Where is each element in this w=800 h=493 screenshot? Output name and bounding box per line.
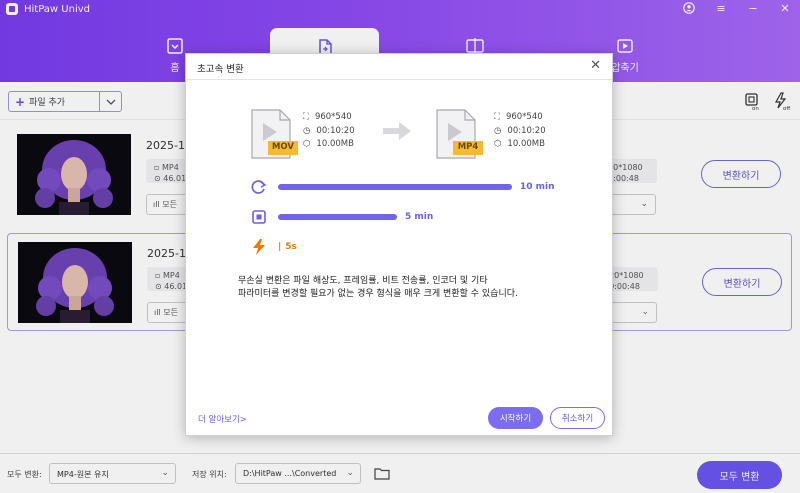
clock-icon: ◷ bbox=[303, 125, 311, 136]
source-resolution-value: 960*540 bbox=[314, 112, 352, 122]
target-size-value: 10.00MB bbox=[507, 139, 545, 149]
resolution-icon: ⛶ bbox=[303, 112, 309, 122]
target-size: ⬡ 10.00MB bbox=[494, 138, 546, 152]
dialog-description: 무손실 변환은 파일 해상도, 프레임률, 비트 전송률, 인코더 및 기타 파… bbox=[238, 275, 578, 301]
source-size: ⬡ 10.00MB bbox=[303, 138, 355, 152]
clock-icon: ◷ bbox=[494, 125, 502, 136]
cancel-button[interactable]: 취소하기 bbox=[550, 407, 605, 429]
speed-row-standard: 10 min bbox=[250, 179, 555, 195]
target-duration-value: 00:10:20 bbox=[507, 125, 546, 136]
speed-label-gpu: 5 min bbox=[405, 212, 434, 222]
source-duration: ◷ 00:10:20 bbox=[303, 125, 355, 139]
resolution-icon: ⛶ bbox=[494, 112, 500, 122]
source-file-icon: MOV bbox=[250, 109, 298, 159]
learn-more-link[interactable]: 더 알아보기> bbox=[198, 413, 247, 425]
dialog-divider bbox=[186, 79, 612, 80]
start-button[interactable]: 시작하기 bbox=[488, 407, 543, 429]
speed-row-lossless: | 5s bbox=[250, 238, 297, 256]
cube-icon: ⬡ bbox=[303, 139, 311, 149]
speed-label-standard: 10 min bbox=[520, 182, 555, 192]
speed-bar-standard bbox=[278, 184, 512, 190]
speed-row-gpu: 5 min bbox=[250, 209, 433, 225]
speed-bar-gpu bbox=[278, 214, 397, 220]
target-ext-badge: MP4 bbox=[457, 142, 479, 152]
refresh-icon bbox=[251, 180, 267, 194]
target-duration: ◷ 00:10:20 bbox=[494, 125, 546, 139]
description-line-2: 파라미터를 변경할 필요가 없는 경우 형식을 매우 크게 변환할 수 있습니다… bbox=[238, 289, 518, 299]
speed-divider: | bbox=[278, 242, 282, 252]
lightning-icon bbox=[253, 239, 265, 255]
source-size-value: 10.00MB bbox=[316, 139, 354, 149]
target-resolution-value: 960*540 bbox=[505, 112, 543, 122]
description-line-1: 무손실 변환은 파일 해상도, 프레임률, 비트 전송률, 인코더 및 기타 bbox=[238, 276, 488, 286]
source-resolution: ⛶ 960*540 bbox=[303, 111, 355, 125]
target-resolution: ⛶ 960*540 bbox=[494, 111, 546, 125]
target-file-icon: MP4 bbox=[435, 109, 483, 159]
source-meta: ⛶ 960*540 ◷ 00:10:20 ⬡ 10.00MB bbox=[303, 111, 355, 152]
speed-label-lossless: 5s bbox=[285, 242, 297, 252]
arrow-right-icon bbox=[381, 119, 413, 146]
dialog-title: 초고속 변환 bbox=[197, 64, 244, 75]
ultra-fast-convert-dialog: 초고속 변환 ✕ MOV ⛶ 960*540 ◷ 00:10:20 ⬡ 10.00MB… bbox=[185, 53, 613, 436]
chip-icon bbox=[252, 210, 266, 224]
target-meta: ⛶ 960*540 ◷ 00:10:20 ⬡ 10.00MB bbox=[494, 111, 546, 152]
cube-icon: ⬡ bbox=[494, 139, 502, 149]
dialog-close-icon[interactable]: ✕ bbox=[590, 58, 601, 73]
source-ext-badge: MOV bbox=[271, 142, 295, 152]
source-duration-value: 00:10:20 bbox=[316, 125, 355, 136]
